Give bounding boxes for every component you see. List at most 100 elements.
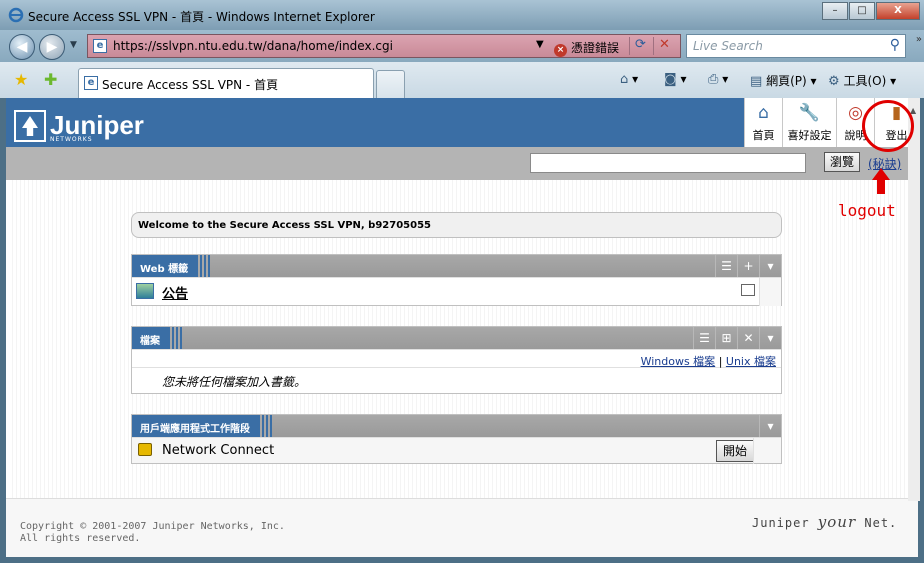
add-icon[interactable]: + xyxy=(737,255,759,277)
tab-bar: ★ ✚ e Secure Access SSL VPN - 首頁 ⌂ ▾ ◙ ▾… xyxy=(0,62,924,98)
file-links: Windows 檔案 | Unix 檔案 xyxy=(132,349,781,368)
logout-annotation: logout xyxy=(838,201,896,220)
refresh-icon[interactable]: ⟳ xyxy=(629,37,651,55)
brand-part-b: your xyxy=(817,513,857,531)
home-button[interactable]: ⌂ 首頁 xyxy=(744,98,782,147)
start-button[interactable]: 開始 xyxy=(716,440,754,462)
tools-menu-label: 工具(O) xyxy=(843,74,887,88)
list-item: 公告 xyxy=(132,277,781,306)
bookmark-icon xyxy=(136,283,154,299)
panel-controls: ▾ xyxy=(759,415,781,437)
address-dropdown-icon[interactable]: ▼ xyxy=(536,39,544,50)
ie-logo-icon xyxy=(8,7,24,23)
search-placeholder: Live Search xyxy=(693,39,763,53)
lock-icon xyxy=(138,443,152,456)
home-command-icon[interactable]: ⌂ ▾ xyxy=(620,72,638,87)
page-menu-label: 網頁(P) xyxy=(766,74,807,88)
search-bar: 瀏覽 (秘訣) xyxy=(6,147,918,180)
page-menu[interactable]: ▤ 網頁(P) ▾ xyxy=(750,72,817,89)
history-dropdown-icon[interactable]: ▼ xyxy=(70,40,77,50)
collapse-icon[interactable]: ▾ xyxy=(759,327,781,349)
panel-controls: ☰ ⊞ ✕ ▾ xyxy=(693,327,781,349)
logout-highlight-circle xyxy=(862,100,914,152)
panel-title: 檔案 xyxy=(132,327,182,349)
network-connect-label: Network Connect xyxy=(162,443,275,458)
panel-title: Web 標籤 xyxy=(132,255,211,277)
preferences-button[interactable]: 🔧 喜好設定 xyxy=(782,98,836,147)
minimize-button[interactable]: – xyxy=(822,2,848,20)
page-content: Juniper NETWORKS ⌂ 首頁 🔧 喜好設定 ◎ 說明 ▮ 登出 瀏… xyxy=(6,98,918,557)
tab-active[interactable]: e Secure Access SSL VPN - 首頁 xyxy=(78,68,374,98)
tab-label: Secure Access SSL VPN - 首頁 xyxy=(102,78,279,92)
list-icon[interactable]: ☰ xyxy=(715,255,737,277)
list-item: Network Connect 開始 xyxy=(132,437,781,464)
client-apps-panel: 用戶端應用程式工作階段 ▾ Network Connect 開始 xyxy=(131,414,782,464)
brand-part-c: Net. xyxy=(856,516,898,530)
panel-header: 檔案 ☰ ⊞ ✕ ▾ xyxy=(132,327,781,349)
row-gutter xyxy=(759,278,781,306)
welcome-message: Welcome to the Secure Access SSL VPN, b9… xyxy=(131,212,782,238)
copyright: Copyright © 2001-2007 Juniper Networks, … xyxy=(20,521,285,545)
footer: Copyright © 2001-2007 Juniper Networks, … xyxy=(6,498,918,557)
list-icon[interactable]: ☰ xyxy=(693,327,715,349)
web-bookmarks-panel: Web 標籤 ☰ + ▾ 公告 xyxy=(131,254,782,306)
home-label: 首頁 xyxy=(752,129,775,142)
logo-subtitle: NETWORKS xyxy=(50,136,93,143)
juniper-mark-icon xyxy=(14,110,46,142)
window-controls: – □ X xyxy=(822,2,920,20)
link-separator: | xyxy=(718,355,723,368)
remove-icon[interactable]: ✕ xyxy=(737,327,759,349)
address-url[interactable]: https://sslvpn.ntu.edu.tw/dana/home/inde… xyxy=(113,39,393,53)
browser-window: Secure Access SSL VPN - 首頁 - Windows Int… xyxy=(0,0,924,563)
error-icon: × xyxy=(554,44,567,57)
print-icon[interactable]: ⎙ ▾ xyxy=(708,72,728,87)
bookmark-link[interactable]: 公告 xyxy=(162,283,188,302)
certificate-error-label: 憑證錯誤 xyxy=(571,41,620,55)
stop-icon[interactable]: ✕ xyxy=(653,37,675,55)
tab-page-icon: e xyxy=(84,76,98,90)
close-button[interactable]: X xyxy=(876,2,920,20)
juniper-header: Juniper NETWORKS ⌂ 首頁 🔧 喜好設定 ◎ 說明 ▮ 登出 xyxy=(6,98,918,147)
files-panel: 檔案 ☰ ⊞ ✕ ▾ Windows 檔案 | Unix 檔案 您未將任何檔案加… xyxy=(131,326,782,394)
title-bar: Secure Access SSL VPN - 首頁 - Windows Int… xyxy=(0,0,924,30)
unix-files-link[interactable]: Unix 檔案 xyxy=(726,355,776,368)
search-icon[interactable]: ⚲ xyxy=(890,37,900,53)
back-button[interactable]: ◀ xyxy=(9,34,35,60)
browse-button[interactable]: 瀏覽 xyxy=(824,152,860,172)
add-favorites-icon[interactable]: ✚ xyxy=(44,70,57,89)
juniper-logo: Juniper NETWORKS xyxy=(14,110,144,143)
new-tab-button[interactable] xyxy=(376,70,405,98)
feeds-icon[interactable]: ◙ ▾ xyxy=(664,72,686,87)
open-new-window-icon[interactable] xyxy=(741,284,755,296)
copyright-line: Copyright © 2001-2007 Juniper Networks, … xyxy=(20,521,285,532)
maximize-button[interactable]: □ xyxy=(849,2,875,20)
windows-files-link[interactable]: Windows 檔案 xyxy=(641,355,716,368)
favorites-star-icon[interactable]: ★ xyxy=(14,70,28,89)
empty-message: 您未將任何檔案加入書籤。 xyxy=(132,367,781,393)
certificate-error[interactable]: × 憑證錯誤 xyxy=(554,39,619,57)
brand-part-a: Juniper xyxy=(752,516,818,530)
brand-tagline: Juniper your Net. xyxy=(752,513,897,531)
collapse-icon[interactable]: ▾ xyxy=(759,415,781,437)
page-icon: e xyxy=(93,39,107,53)
address-toolbar: ◀ ▶ ▼ e https://sslvpn.ntu.edu.tw/dana/h… xyxy=(0,30,924,62)
rights-line: All rights reserved. xyxy=(20,533,141,544)
panel-header: Web 標籤 ☰ + ▾ xyxy=(132,255,781,277)
panel-header: 用戶端應用程式工作階段 ▾ xyxy=(132,415,781,437)
address-bar[interactable]: e https://sslvpn.ntu.edu.tw/dana/home/in… xyxy=(87,34,681,58)
panel-title: 用戶端應用程式工作階段 xyxy=(132,415,272,437)
preferences-label: 喜好設定 xyxy=(787,129,832,142)
scrollbar[interactable]: ▲ xyxy=(908,98,920,501)
window-title: Secure Access SSL VPN - 首頁 - Windows Int… xyxy=(28,10,375,24)
main-area: Welcome to the Secure Access SSL VPN, b9… xyxy=(9,180,905,498)
row-gutter xyxy=(753,438,781,464)
home-icon: ⌂ xyxy=(758,103,769,123)
toolbar-overflow-icon[interactable]: » xyxy=(916,34,922,45)
wrench-icon: 🔧 xyxy=(798,103,821,123)
portal-search-input[interactable] xyxy=(530,153,806,173)
add-grid-icon[interactable]: ⊞ xyxy=(715,327,737,349)
collapse-icon[interactable]: ▾ xyxy=(759,255,781,277)
tools-menu[interactable]: ⚙ 工具(O) ▾ xyxy=(828,72,896,89)
forward-button[interactable]: ▶ xyxy=(39,34,65,60)
search-input[interactable]: Live Search ⚲ xyxy=(686,34,906,58)
